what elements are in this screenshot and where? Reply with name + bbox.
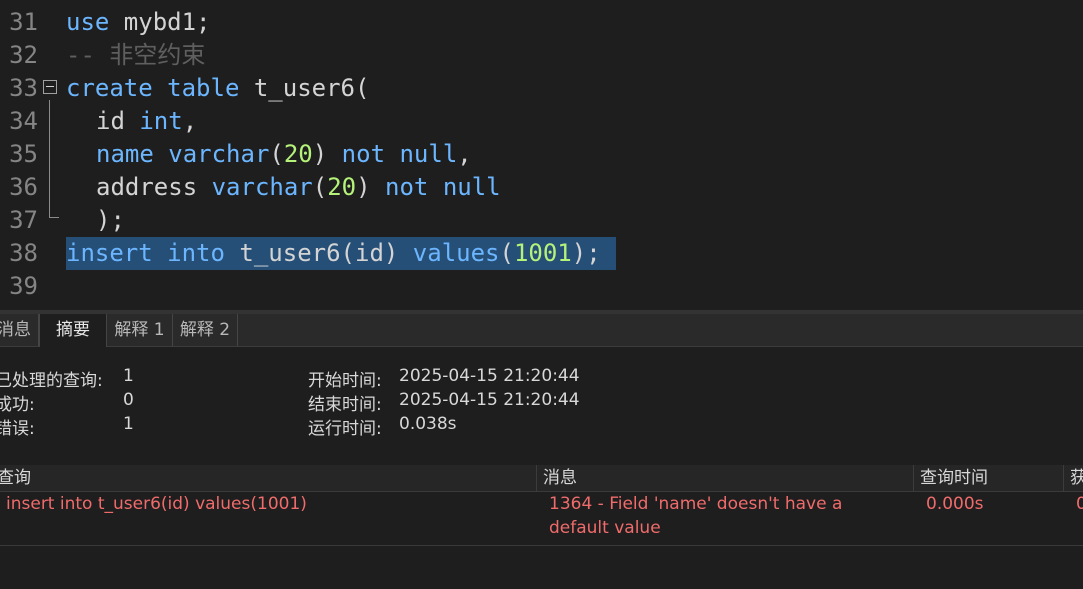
code-token: null bbox=[442, 173, 501, 201]
code-token: varchar bbox=[211, 173, 313, 201]
code-line[interactable]: 37 ); bbox=[0, 204, 1083, 237]
code-token: t_user6(id) bbox=[224, 239, 413, 267]
code-text[interactable]: name varchar(20) not null, bbox=[96, 138, 472, 171]
code-token: not bbox=[385, 173, 429, 201]
code-token: table bbox=[167, 74, 240, 102]
code-token: insert bbox=[66, 239, 153, 267]
elapsed-time-label: 运行时间: bbox=[308, 419, 382, 439]
code-text[interactable]: ); bbox=[96, 204, 125, 237]
code-line[interactable]: 38 insert into t_user6(id) values(1001); bbox=[0, 237, 1083, 270]
cell-query: insert into t_user6(id) values(1001) bbox=[6, 494, 307, 514]
code-text-selected[interactable]: insert into t_user6(id) values(1001); bbox=[66, 237, 616, 270]
success-value: 0 bbox=[123, 390, 134, 410]
column-header-query-time[interactable]: 查询时间 bbox=[920, 465, 988, 491]
code-line[interactable]: 36 address varchar(20) not null bbox=[0, 171, 1083, 204]
code-token: 1001 bbox=[513, 239, 572, 267]
column-header-query[interactable]: 查询 bbox=[0, 465, 31, 491]
code-token: , bbox=[457, 140, 472, 168]
code-token: use bbox=[66, 8, 110, 36]
cell-query-time: 0.000s bbox=[926, 494, 984, 514]
tab-summary[interactable]: 摘要 bbox=[39, 314, 107, 347]
code-token: into bbox=[167, 239, 225, 267]
tab-explain-2[interactable]: 解释 2 bbox=[173, 314, 238, 346]
code-token: ) bbox=[356, 173, 386, 201]
code-token: create bbox=[66, 74, 153, 102]
errors-label: 错误: bbox=[0, 419, 35, 439]
code-line[interactable]: 34 id int, bbox=[0, 105, 1083, 138]
code-token: address bbox=[96, 173, 212, 201]
code-text[interactable]: use mybd1; bbox=[66, 6, 211, 39]
code-line[interactable]: 33 create table t_user6( bbox=[0, 72, 1083, 105]
code-token: 20 bbox=[283, 140, 313, 168]
code-token: ( bbox=[269, 140, 284, 168]
code-text[interactable]: -- 非空约束 bbox=[66, 39, 205, 72]
code-token: id bbox=[96, 107, 140, 135]
code-token: ); bbox=[571, 239, 601, 267]
code-token: , bbox=[182, 107, 198, 135]
code-token: ( bbox=[499, 239, 514, 267]
line-number: 33 bbox=[9, 74, 38, 102]
line-number: 38 bbox=[9, 239, 38, 267]
code-token: ); bbox=[96, 206, 125, 234]
start-time-value: 2025-04-15 21:20:44 bbox=[399, 366, 580, 386]
code-token: mybd1; bbox=[109, 8, 211, 36]
result-table-header: 查询 消息 查询时间 获 bbox=[0, 465, 1083, 492]
line-number: 37 bbox=[9, 206, 38, 234]
processed-label: 已处理的查询: bbox=[0, 371, 103, 391]
line-number: 35 bbox=[9, 140, 38, 168]
success-label: 成功: bbox=[0, 395, 35, 415]
code-line[interactable]: 32 -- 非空约束 bbox=[0, 39, 1083, 72]
code-line[interactable]: 31 use mybd1; bbox=[0, 6, 1083, 39]
line-number: 32 bbox=[9, 41, 38, 69]
tab-explain-1[interactable]: 解释 1 bbox=[107, 314, 173, 346]
errors-value: 1 bbox=[123, 414, 134, 434]
code-token: 20 bbox=[327, 173, 357, 201]
line-number: 34 bbox=[9, 107, 38, 135]
elapsed-time-value: 0.038s bbox=[399, 414, 457, 434]
code-token: varchar bbox=[168, 140, 270, 168]
tab-messages[interactable]: 消息 bbox=[0, 314, 39, 346]
code-token: t_user6( bbox=[239, 74, 370, 102]
code-token: ( bbox=[312, 173, 328, 201]
code-text[interactable]: create table t_user6( bbox=[66, 72, 369, 105]
line-number: 36 bbox=[9, 173, 38, 201]
code-token: ) bbox=[312, 140, 342, 168]
code-token: values bbox=[412, 239, 500, 267]
line-number: 39 bbox=[9, 272, 38, 300]
code-token: null bbox=[399, 140, 458, 168]
code-text[interactable]: id int, bbox=[96, 105, 197, 138]
code-token: name bbox=[96, 140, 154, 168]
line-number: 31 bbox=[9, 8, 38, 36]
code-token: -- 非空约束 bbox=[66, 41, 206, 69]
code-line[interactable]: 39 bbox=[0, 270, 1083, 303]
result-tabs: 消息 摘要 解释 1 解释 2 bbox=[0, 314, 1083, 347]
table-row[interactable]: insert into t_user6(id) values(1001) 136… bbox=[0, 492, 1083, 546]
cell-fetch: 0 bbox=[1076, 494, 1083, 514]
cell-message-line1: 1364 - Field 'name' doesn't have a bbox=[549, 494, 843, 514]
fold-guide-line bbox=[49, 100, 50, 217]
code-text[interactable]: address varchar(20) not null bbox=[96, 171, 501, 204]
code-token: int bbox=[139, 107, 183, 135]
column-header-fetch[interactable]: 获 bbox=[1070, 465, 1083, 491]
fold-collapse-icon[interactable] bbox=[43, 80, 57, 94]
end-time-value: 2025-04-15 21:20:44 bbox=[399, 390, 580, 410]
end-time-label: 结束时间: bbox=[308, 395, 382, 415]
code-token: not bbox=[341, 140, 386, 168]
code-line[interactable]: 35 name varchar(20) not null, bbox=[0, 138, 1083, 171]
start-time-label: 开始时间: bbox=[308, 371, 382, 391]
fold-end-marker bbox=[49, 217, 59, 218]
sql-editor[interactable]: 31 use mybd1; 32 -- 非空约束 33 create table… bbox=[0, 0, 1083, 310]
processed-value: 1 bbox=[123, 366, 134, 386]
cell-message-line2: default value bbox=[549, 518, 661, 538]
column-header-message[interactable]: 消息 bbox=[543, 465, 577, 491]
